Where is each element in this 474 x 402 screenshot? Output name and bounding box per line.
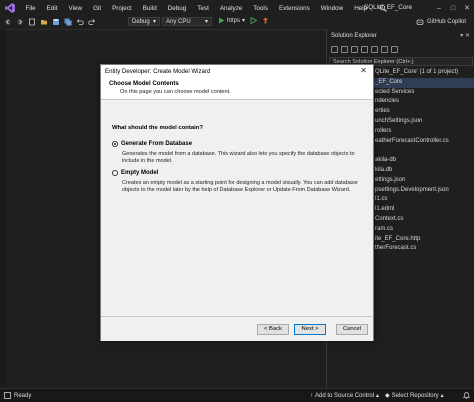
close-icon[interactable]: ✕: [360, 66, 367, 75]
model-content-question: What should the model contain?: [112, 125, 203, 131]
source-control-label: Add to Source Control: [315, 392, 375, 399]
chevron-up-icon: ▴: [440, 393, 444, 399]
forward-icon[interactable]: [16, 18, 24, 26]
play-outline-icon: [250, 17, 257, 24]
open-folder-icon[interactable]: [40, 18, 48, 26]
wizard-page-subtitle: On this page you can choose model conten…: [120, 89, 231, 95]
undo-icon[interactable]: [76, 18, 84, 26]
solution-explorer-toolbar: [329, 43, 473, 55]
github-copilot-button[interactable]: GitHub Copilot: [416, 18, 466, 26]
menu-edit[interactable]: Edit: [41, 5, 63, 12]
repository-icon: ◆: [385, 393, 390, 399]
wizard-page-header: Choose Model Contents On this page you c…: [101, 77, 373, 100]
empty-model-radio[interactable]: Empty Model: [112, 170, 158, 176]
play-icon: [219, 17, 225, 24]
wizard-page-body: What should the model contain? Generate …: [101, 101, 373, 316]
menu-build[interactable]: Build: [137, 5, 162, 12]
collapse-all-icon[interactable]: [371, 45, 378, 53]
select-repository-button[interactable]: ◆ Select Repository ▴: [385, 392, 444, 400]
platform-select[interactable]: Any CPU ▾: [162, 17, 212, 26]
radio-selected-icon: [112, 141, 118, 147]
window-title: SQLite_EF_Core: [364, 4, 412, 11]
configuration-select[interactable]: Debug ▾: [128, 17, 160, 26]
empty-model-label: Empty Model: [121, 170, 159, 176]
menu-test[interactable]: Test: [192, 5, 215, 12]
next-button[interactable]: Next >: [294, 324, 326, 335]
save-icon[interactable]: [52, 18, 60, 26]
new-item-icon[interactable]: [28, 18, 36, 26]
hot-reload-icon: [263, 17, 268, 24]
copilot-icon: [416, 19, 424, 25]
chevron-down-icon: ▾: [152, 19, 156, 25]
run-button[interactable]: https ▾: [218, 17, 245, 24]
menu-analyze[interactable]: Analyze: [214, 5, 247, 12]
properties-icon[interactable]: [391, 45, 398, 53]
cancel-button[interactable]: Cancel: [336, 324, 368, 335]
solution-explorer-title: Solution Explorer: [331, 33, 377, 39]
back-button[interactable]: < Back: [257, 324, 289, 335]
redo-icon[interactable]: [88, 18, 96, 26]
generate-from-database-radio[interactable]: Generate From Database: [112, 141, 192, 147]
hot-reload-button[interactable]: [262, 17, 269, 24]
refresh-icon[interactable]: [361, 45, 368, 53]
menu-project[interactable]: Project: [107, 5, 138, 12]
window-controls: – □ ✕: [432, 0, 474, 16]
dialog-title-bar: Entity Developer: Create Model Wizard ✕: [101, 65, 373, 77]
panel-options-icon[interactable]: ▾ ✕: [460, 32, 470, 39]
generate-from-database-description: Generates the model from a database. Thi…: [122, 151, 355, 164]
menu-window[interactable]: Window: [315, 5, 348, 12]
left-tool-rail: [0, 29, 6, 388]
radio-unselected-icon: [112, 170, 118, 176]
add-to-source-control-button[interactable]: ↑ Add to Source Control ▴: [310, 392, 380, 400]
menu-tools[interactable]: Tools: [248, 5, 274, 12]
notifications-bell-icon[interactable]: [462, 392, 471, 401]
run-label: https: [227, 17, 241, 24]
maximize-icon[interactable]: □: [446, 5, 460, 12]
chevron-down-icon: ▾: [242, 18, 246, 24]
create-model-wizard-dialog: Entity Developer: Create Model Wizard ✕ …: [100, 64, 374, 341]
sync-icon[interactable]: [351, 45, 358, 53]
generate-from-database-label: Generate From Database: [121, 141, 193, 147]
menu-git[interactable]: Git: [88, 5, 107, 12]
copilot-label: GitHub Copilot: [426, 19, 466, 25]
toolbar: Debug ▾ Any CPU ▾ https ▾ GitHub Copilot: [0, 16, 474, 28]
configuration-value: Debug: [132, 18, 150, 25]
platform-value: Any CPU: [166, 18, 191, 25]
chevron-down-icon: ▾: [204, 19, 208, 25]
status-ready-text: Ready: [14, 392, 32, 399]
switch-views-icon[interactable]: [341, 45, 348, 53]
wizard-footer: < Back Next > Cancel: [101, 316, 373, 341]
run-without-debug-button[interactable]: [250, 17, 257, 24]
home-icon[interactable]: [331, 45, 338, 53]
toolbar-icons: [4, 18, 96, 26]
status-indicator-icon: [4, 392, 11, 399]
show-all-files-icon[interactable]: [381, 45, 388, 53]
visual-studio-logo-icon: [4, 3, 16, 13]
close-window-icon[interactable]: ✕: [460, 4, 474, 12]
status-bar: Ready ↑ Add to Source Control ▴ ◆ Select…: [0, 388, 474, 402]
empty-model-description: Creates an empty model as a starting poi…: [122, 180, 358, 193]
chevron-up-icon: ▴: [376, 393, 380, 399]
save-all-icon[interactable]: [64, 18, 72, 26]
wizard-page-title: Choose Model Contents: [109, 80, 179, 87]
repository-label: Select Repository: [391, 392, 439, 399]
dialog-title: Entity Developer: Create Model Wizard: [105, 68, 211, 75]
minimize-icon[interactable]: –: [432, 5, 446, 12]
menu-debug[interactable]: Debug: [162, 5, 192, 12]
status-ready: Ready: [4, 392, 31, 399]
menu-extensions[interactable]: Extensions: [273, 5, 315, 12]
arrow-up-icon: ↑: [310, 392, 313, 399]
back-icon[interactable]: [4, 18, 12, 26]
menu-file[interactable]: File: [20, 5, 41, 12]
menu-view[interactable]: View: [63, 5, 88, 12]
